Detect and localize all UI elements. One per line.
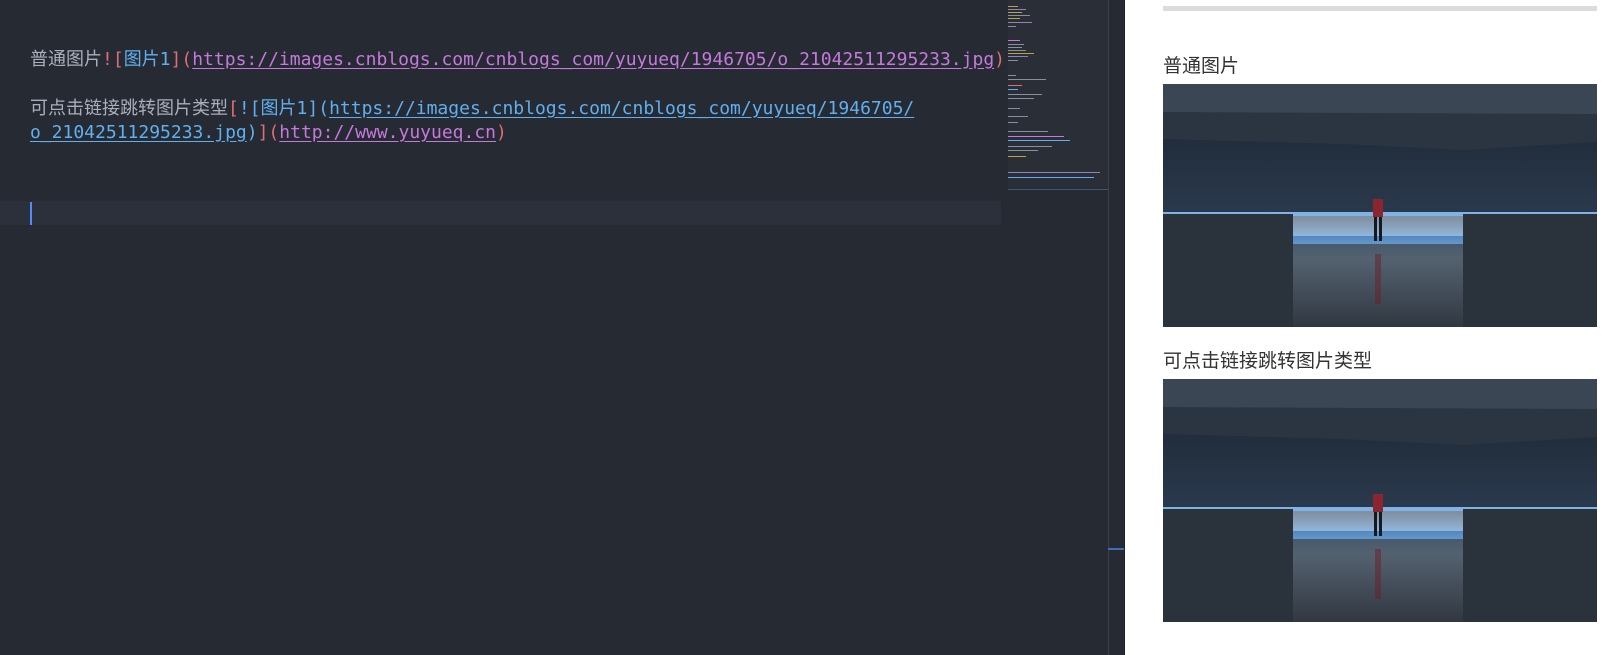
line1-paren-open: ]( xyxy=(170,49,193,70)
line2-paren-open: ]( xyxy=(307,98,330,119)
minimap-line xyxy=(1008,85,1022,86)
line1-open-bracket: [ xyxy=(112,49,124,70)
editor-scrollbar[interactable] xyxy=(1108,0,1125,655)
editor-line-2[interactable]: 可点击链接跳转图片类型[![图片1](https://images.cnblog… xyxy=(30,97,914,121)
line2-open-bracket: [ xyxy=(228,98,239,119)
minimap-line xyxy=(1008,136,1064,137)
text-cursor xyxy=(30,202,32,225)
minimap-line xyxy=(1008,79,1046,80)
minimap-line xyxy=(1008,12,1022,13)
preview-label-plain-image: 普通图片 xyxy=(1163,55,1240,77)
minimap-line xyxy=(1008,9,1026,10)
line1-bang: ! xyxy=(102,49,113,70)
minimap-line xyxy=(1008,172,1100,173)
minimap-line xyxy=(1008,6,1018,7)
minimap-line xyxy=(1008,116,1028,117)
minimap-line xyxy=(1008,56,1028,57)
editor-line-1[interactable]: 普通图片![图片1](https://images.cnblogs.com/cn… xyxy=(30,48,1005,72)
active-line-highlight xyxy=(0,201,1001,225)
line2-bang: ! xyxy=(238,98,250,119)
line2-link-paren-close: ) xyxy=(496,122,507,143)
space-scene-image xyxy=(1163,84,1597,327)
line2-link-paren-open: ]( xyxy=(257,122,280,143)
minimap-line xyxy=(1008,146,1052,147)
line2-image-paren-close: ) xyxy=(246,122,258,143)
minimap-line xyxy=(1008,94,1042,95)
minimap[interactable] xyxy=(1008,0,1108,655)
line1-image-url[interactable]: https://images.cnblogs.com/cnblogs_com/y… xyxy=(192,49,994,70)
minimap-line xyxy=(1008,156,1026,157)
minimap-line xyxy=(1008,50,1026,51)
editor-line-2-wrap[interactable]: o_21042511295233.jpg)](http://www.yuyueq… xyxy=(30,121,507,145)
markdown-editor[interactable]: 普通图片![图片1](https://images.cnblogs.com/cn… xyxy=(0,0,1005,655)
line2-inner-open: [ xyxy=(249,98,261,119)
line2-image-url-part1[interactable]: https://images.cnblogs.com/cnblogs_com/y… xyxy=(329,98,914,119)
minimap-line xyxy=(1008,150,1038,151)
scrollbar-thumb[interactable] xyxy=(1108,548,1124,550)
line2-alt-text: 图片1 xyxy=(260,98,308,119)
minimap-line xyxy=(1008,22,1032,23)
line2-image-url-part2[interactable]: o_21042511295233.jpg xyxy=(30,122,247,143)
line1-alt-text: 图片1 xyxy=(123,49,171,70)
line2-link-url[interactable]: http://www.yuyueq.cn xyxy=(279,122,496,143)
minimap-line xyxy=(1008,89,1018,90)
minimap-line xyxy=(1008,177,1094,178)
minimap-line xyxy=(1008,44,1024,45)
minimap-line xyxy=(1008,15,1030,16)
minimap-line xyxy=(1008,75,1016,76)
minimap-line xyxy=(1008,26,1016,27)
minimap-line xyxy=(1008,40,1020,41)
minimap-line xyxy=(1008,60,1018,61)
minimap-line xyxy=(1008,140,1070,141)
minimap-line xyxy=(1008,108,1020,109)
line1-paren-close: ) xyxy=(994,49,1005,70)
minimap-line xyxy=(1008,131,1048,132)
minimap-line xyxy=(1008,98,1034,99)
minimap-line xyxy=(1008,18,1020,19)
space-scene-image-link[interactable] xyxy=(1163,379,1597,622)
preview-label-clickable-image: 可点击链接跳转图片类型 xyxy=(1163,350,1373,372)
preview-top-rule xyxy=(1163,6,1597,11)
line2-text: 可点击链接跳转图片类型 xyxy=(30,98,228,119)
markdown-preview: 普通图片 可点击链接跳转图片类型 xyxy=(1125,0,1618,655)
line1-text: 普通图片 xyxy=(30,49,102,70)
minimap-line xyxy=(1008,53,1034,54)
minimap-line xyxy=(1008,122,1018,123)
minimap-line xyxy=(1008,47,1022,48)
